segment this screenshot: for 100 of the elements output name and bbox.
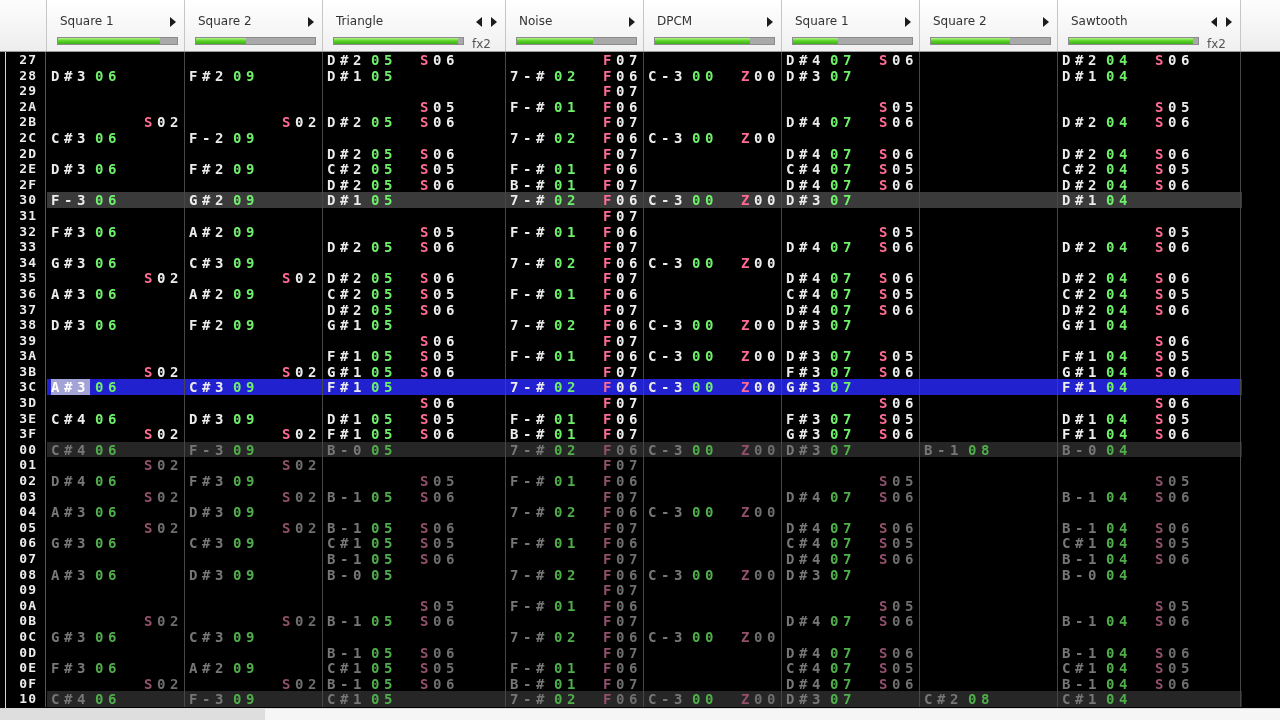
instrument-number: 05 [371,363,397,380]
instrument-number: 07 [830,410,856,427]
note-text: D#2 [327,239,366,255]
instrument-number: 07 [830,145,856,162]
row-number: 29 [6,83,46,99]
row-number: 3C [6,379,46,396]
note-text: F-# [510,410,549,427]
instrument-number: 09 [233,504,259,520]
note-text: D#1 [327,410,366,427]
row-number: 08 [6,566,46,583]
instrument-number: 07 [830,301,856,318]
instrument-number: 00 [692,129,718,146]
row-number: 2A [6,98,46,115]
instrument-number: 05 [371,551,397,567]
instrument-number: 07 [830,675,856,692]
instrument-number: 06 [95,535,121,551]
instrument-number: 09 [233,628,259,645]
instrument-number: 08 [968,691,994,707]
note-text: B-0 [1062,441,1101,458]
row-number: 03 [6,488,46,505]
triangle-right-icon[interactable] [905,16,911,27]
instrument-number: 09 [233,285,259,302]
triangle-right-icon[interactable] [767,16,773,27]
instrument-number: 07 [830,348,856,364]
note-text: C-3 [648,379,687,396]
instrument-number: 07 [830,161,856,177]
instrument-number: 01 [554,597,580,614]
instrument-number: 05 [371,145,397,162]
triangle-right-icon[interactable] [308,16,314,27]
note-text: G#3 [51,254,90,271]
note-text: D#3 [189,504,228,520]
instrument-number: 09 [233,192,259,208]
triangle-right-icon[interactable] [1043,16,1049,27]
note-text: D#2 [327,176,366,193]
note-text: D#3 [786,566,825,583]
instrument-number: 06 [95,129,121,146]
instrument-number: 04 [1106,441,1132,458]
row-number: 0E [6,660,46,676]
triangle-right-icon[interactable] [170,16,176,27]
note-text: C#3 [189,535,228,551]
note-text: F-# [510,285,549,302]
instrument-number: 01 [554,176,580,193]
note-text: B-1 [1062,551,1101,567]
row-number: 2E [6,161,46,177]
note-text: B-# [510,426,549,442]
note-text: B-0 [327,441,366,458]
note-text: B-0 [1062,566,1101,583]
note-text: 7-# [510,504,549,520]
note-text: C#1 [1062,691,1101,707]
instrument-number: 05 [371,488,397,505]
note-text: D#3 [51,67,90,84]
instrument-number: 06 [95,161,121,177]
instrument-number: 04 [1106,566,1132,583]
instrument-number: 05 [371,441,397,458]
instrument-number: 07 [830,285,856,302]
scrollbar-thumb[interactable] [0,709,265,720]
row-number: 33 [6,239,46,255]
row-number: 2D [6,145,46,162]
instrument-number: 02 [554,504,580,520]
instrument-number: 02 [554,192,580,208]
row-number: 32 [6,223,46,240]
note-text: C-3 [648,348,687,364]
note-text: D#4 [786,114,825,130]
instrument-number: 06 [95,660,121,676]
row-number: 07 [6,551,46,567]
triangle-right-icon[interactable] [1226,16,1232,27]
row-number: 0F [6,675,46,692]
row-number: 38 [6,317,46,333]
triangle-right-icon[interactable] [629,16,635,27]
triangle-left-icon[interactable] [476,16,482,27]
note-text: D#3 [786,192,825,208]
instrument-number: 06 [95,628,121,645]
channel-name: Noise [519,14,553,29]
instrument-number: 07 [830,176,856,193]
instrument-number: 05 [371,67,397,84]
instrument-number: 04 [1106,285,1132,302]
instrument-number: 05 [371,379,397,396]
instrument-number: 06 [95,473,121,489]
instrument-number: 00 [692,566,718,583]
note-text: D#3 [786,317,825,333]
instrument-number: 04 [1106,348,1132,364]
instrument-number: 04 [1106,535,1132,551]
instrument-number: 04 [1106,363,1132,380]
note-text: D#2 [1062,145,1101,162]
instrument-number: 05 [371,52,397,68]
note-text: C#2 [1062,285,1101,302]
triangle-right-icon[interactable] [491,16,497,27]
instrument-number: 07 [830,239,856,255]
instrument-number: 06 [95,254,121,271]
triangle-left-icon[interactable] [1211,16,1217,27]
note-text: F-# [510,597,549,614]
note-text: B-1 [327,488,366,505]
note-text: A#2 [189,660,228,676]
instrument-number: 02 [554,691,580,707]
instrument-number: 09 [233,473,259,489]
note-text: B-# [510,176,549,193]
note-text: F#2 [189,67,228,84]
instrument-number: 09 [233,660,259,676]
instrument-number: 02 [554,441,580,458]
instrument-number: 05 [371,348,397,364]
